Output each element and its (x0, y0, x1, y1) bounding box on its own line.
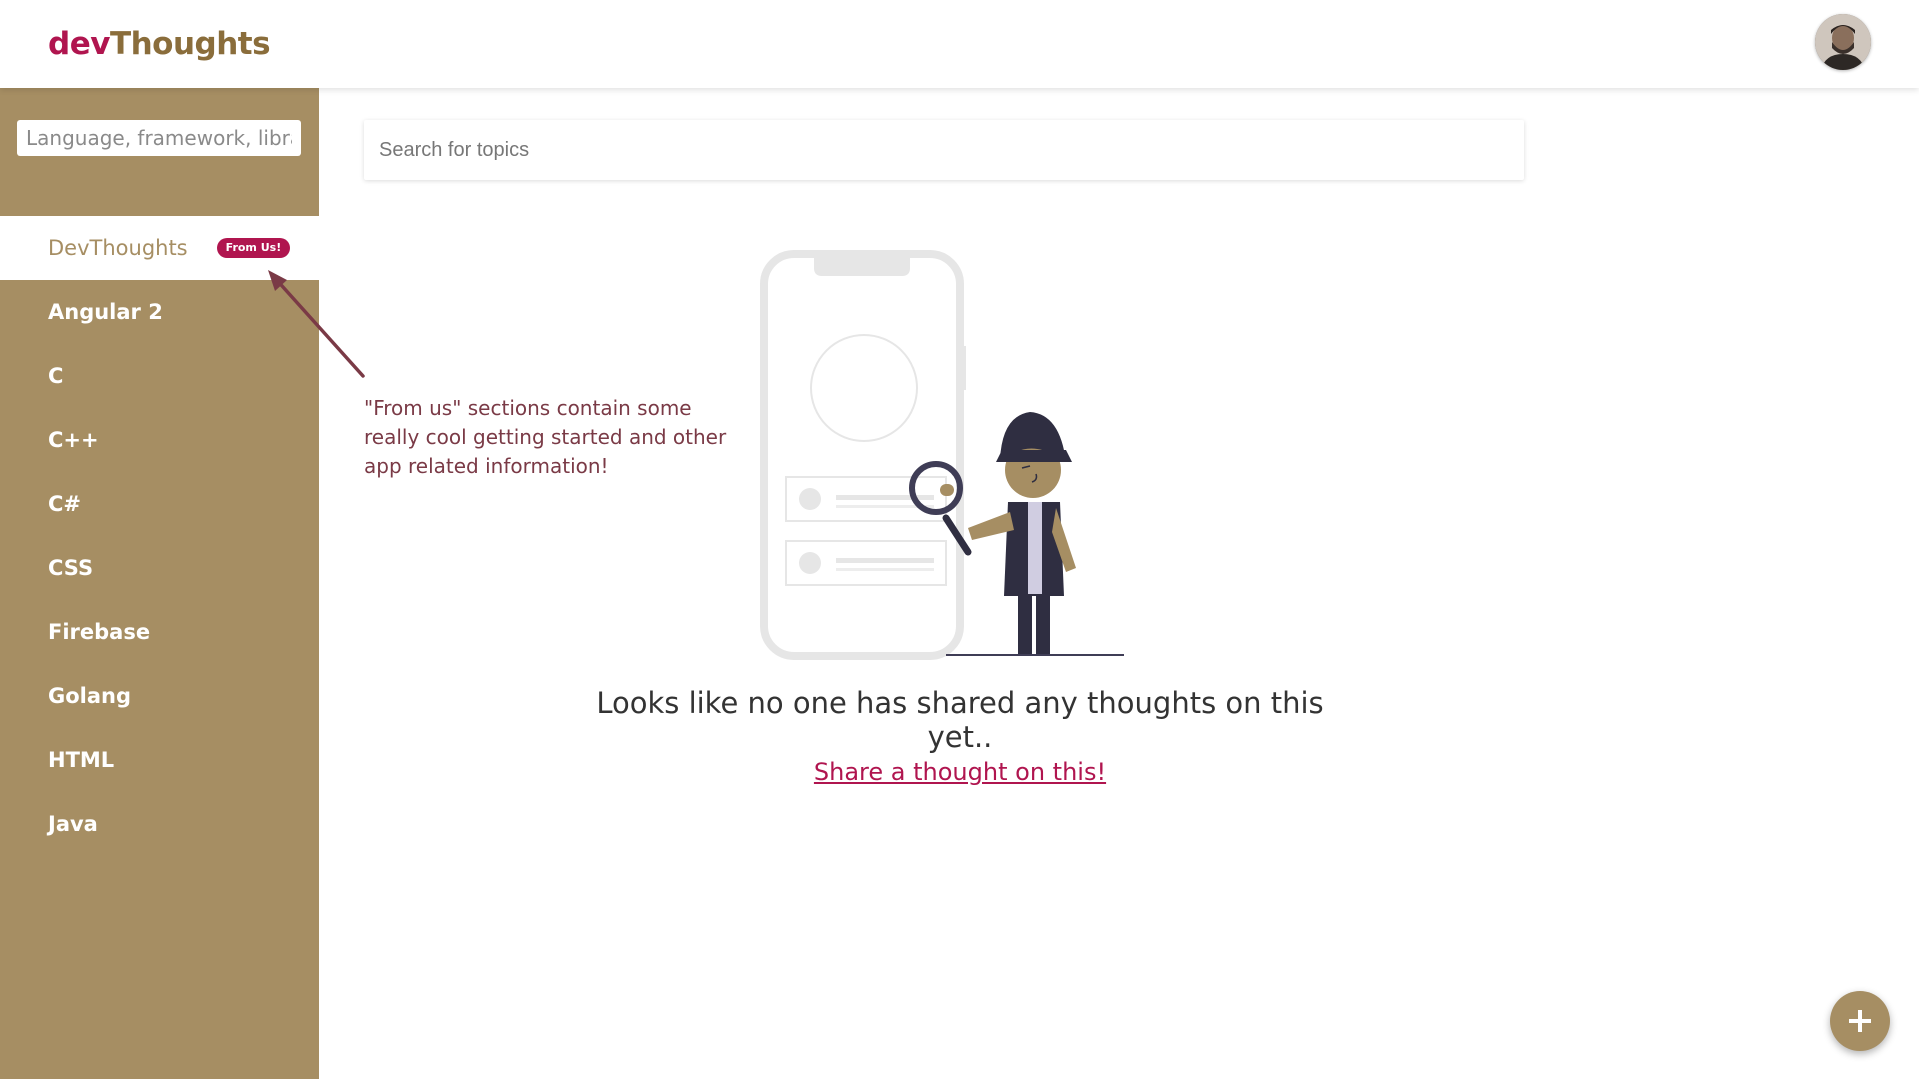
language-search-input[interactable] (17, 120, 301, 156)
sidebar: DevThoughts From Us! Angular 2 C C++ C# … (0, 88, 319, 1079)
sidebar-item-cpp[interactable]: C++ (0, 408, 319, 472)
brand-logo[interactable]: devThoughts (48, 26, 271, 62)
sidebar-item-label: C# (48, 492, 82, 516)
sidebar-item-label: C (48, 364, 64, 388)
sidebar-item-label: Golang (48, 684, 132, 708)
phone-icon (760, 250, 966, 660)
empty-state-illustration (760, 250, 1124, 660)
plus-icon (1849, 1010, 1871, 1032)
brand-thoughts: Thoughts (109, 26, 271, 62)
sidebar-item-css[interactable]: CSS (0, 536, 319, 600)
sidebar-item-java[interactable]: Java (0, 792, 319, 856)
sidebar-item-label: C++ (48, 428, 99, 452)
sidebar-item-label: CSS (48, 556, 94, 580)
sidebar-item-label: HTML (48, 748, 115, 772)
from-us-badge: From Us! (216, 238, 291, 258)
share-thought-link-wrapper: Share a thought on this! (560, 758, 1360, 786)
user-avatar[interactable] (1815, 14, 1871, 70)
avatar-image (1815, 14, 1871, 70)
annotation-arrow-icon (268, 270, 365, 378)
detective-person-icon (968, 412, 1076, 654)
sidebar-item-golang[interactable]: Golang (0, 664, 319, 728)
annotation-text: "From us" sections contain some really c… (364, 396, 727, 478)
sidebar-item-csharp[interactable]: C# (0, 472, 319, 536)
sidebar-item-label: Angular 2 (48, 300, 163, 324)
sidebar-item-firebase[interactable]: Firebase (0, 600, 319, 664)
sidebar-item-label: DevThoughts (48, 236, 188, 260)
sidebar-item-label: Firebase (48, 620, 151, 644)
share-thought-link[interactable]: Share a thought on this! (814, 758, 1106, 786)
topic-search-input[interactable] (364, 120, 1524, 180)
add-thought-button[interactable] (1830, 991, 1890, 1051)
empty-state-message: Looks like no one has shared any thought… (596, 686, 1324, 754)
top-header: devThoughts (0, 0, 1919, 88)
brand-dev: dev (48, 26, 110, 62)
sidebar-item-html[interactable]: HTML (0, 728, 319, 792)
sidebar-item-label: Java (48, 812, 98, 836)
